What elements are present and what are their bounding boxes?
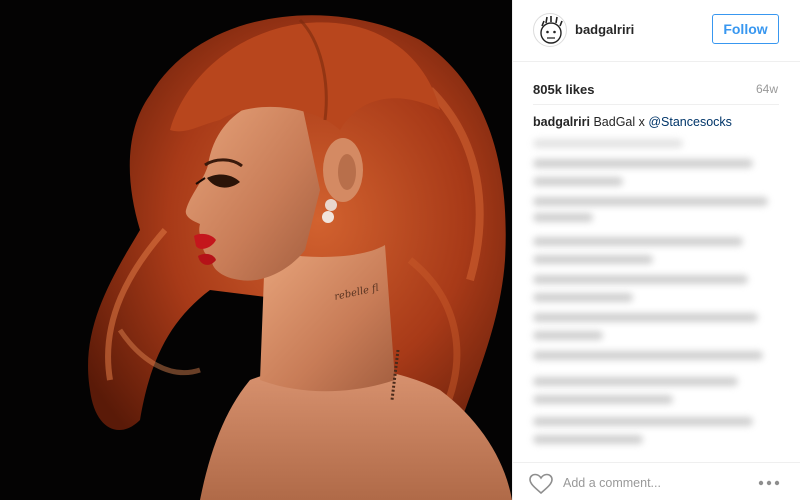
comment-input[interactable] xyxy=(563,472,753,494)
comment-line-blurred xyxy=(533,435,643,444)
likes-count[interactable]: 805k likes xyxy=(533,82,594,97)
comment-line-blurred xyxy=(533,351,763,360)
comment-line-blurred xyxy=(533,213,593,222)
comment-bar xyxy=(513,462,800,500)
comment-line-blurred xyxy=(533,237,743,246)
caption-username[interactable]: badgalriri xyxy=(533,115,590,129)
follow-button[interactable]: Follow xyxy=(712,14,779,44)
post-header: badgalriri Follow xyxy=(513,0,800,62)
divider xyxy=(533,104,779,105)
caption: badgalriri BadGal x @Stancesocks xyxy=(533,115,732,129)
comment-line-blurred xyxy=(533,377,738,386)
comment-line-blurred xyxy=(533,331,603,340)
post-age[interactable]: 64w xyxy=(756,82,778,96)
comment-line-blurred xyxy=(533,255,653,264)
comment-line-blurred xyxy=(533,139,683,148)
avatar[interactable] xyxy=(533,13,567,47)
comment-line-blurred xyxy=(533,293,633,302)
comment-line-blurred xyxy=(533,417,753,426)
post-image[interactable]: rebelle fl xyxy=(0,0,512,500)
post-photo: rebelle fl xyxy=(0,0,512,500)
more-options-icon[interactable] xyxy=(757,475,781,491)
comment-line-blurred xyxy=(533,275,748,284)
caption-text: BadGal x xyxy=(593,115,649,129)
caption-mention[interactable]: @Stancesocks xyxy=(648,115,732,129)
post-sidebar: badgalriri Follow 805k likes 64w badgalr… xyxy=(512,0,800,500)
comment-line-blurred xyxy=(533,177,623,186)
username[interactable]: badgalriri xyxy=(575,22,634,37)
comment-line-blurred xyxy=(533,395,673,404)
comment-line-blurred xyxy=(533,313,758,322)
heart-icon[interactable] xyxy=(529,473,553,495)
cartoon-face-icon xyxy=(540,16,563,44)
comment-line-blurred xyxy=(533,197,768,206)
comments-list xyxy=(529,137,785,455)
comment-line-blurred xyxy=(533,159,753,168)
